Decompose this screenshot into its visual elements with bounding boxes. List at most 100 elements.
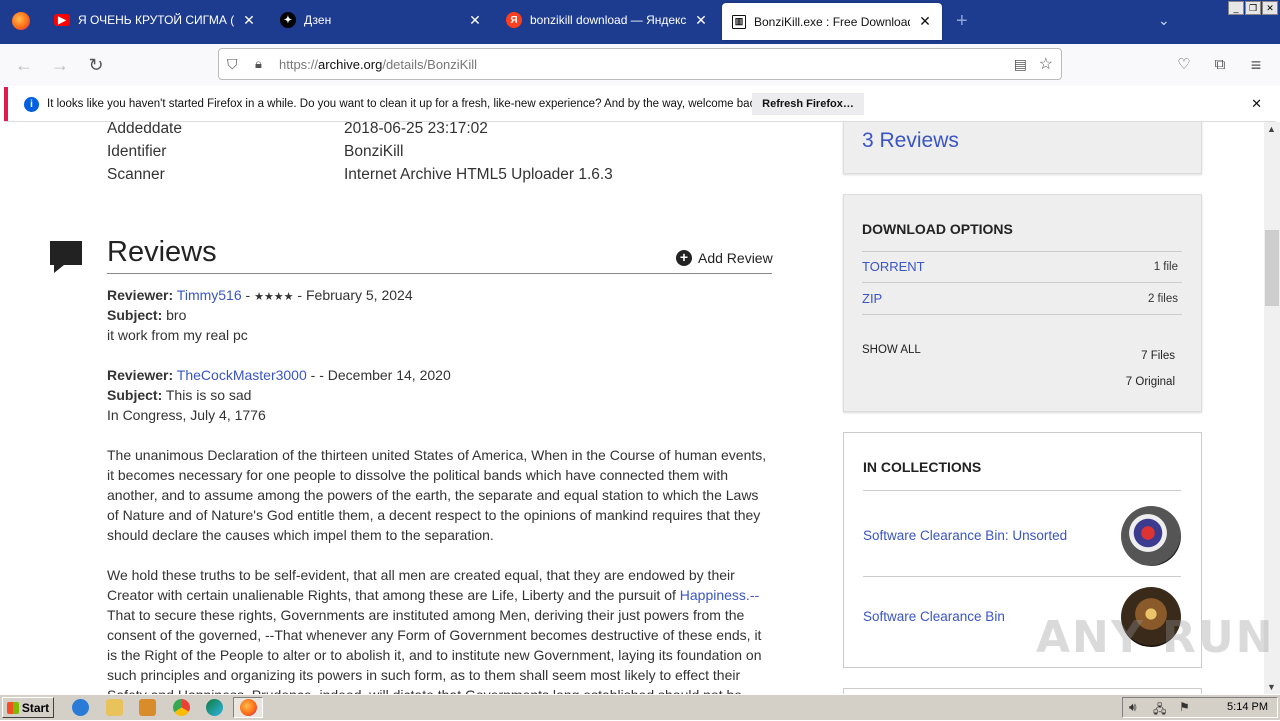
clock[interactable]: 5:14 PM (1227, 701, 1268, 713)
download-link[interactable]: TORRENT (862, 259, 925, 274)
url-text[interactable]: https://archive.org/details/BonziKill (279, 57, 477, 72)
notification-text: It looks like you haven't started Firefo… (47, 98, 765, 110)
subject-label: Subject: (107, 387, 163, 403)
archive-icon: ▥ (732, 14, 746, 29)
show-all-link[interactable]: SHOW ALL (862, 344, 921, 356)
review-header: Reviewer: TheCockMaster3000 - - December… (107, 367, 451, 383)
reviews-heading: Reviews (107, 236, 217, 268)
subject-text: This is so sad (165, 387, 252, 403)
happiness-link[interactable]: Happiness.-- (680, 587, 759, 603)
metadata-label: Scanner (107, 166, 165, 183)
firefox-task-button[interactable] (233, 697, 263, 718)
pocket-icon[interactable]: ♡ (1172, 53, 1196, 77)
paragraph-text: We hold these truths to be self-evident,… (107, 567, 735, 603)
download-row-zip[interactable]: ZIP 2 files (862, 283, 1182, 315)
tab-title: Я ОЧЕНЬ КРУТОЙ СИГМА (PHONK (78, 13, 234, 27)
url-host: archive.org (318, 56, 383, 72)
download-row-torrent[interactable]: TORRENT 1 file (862, 252, 1182, 283)
tab-title: BonziKill.exe : Free Download, Borr (754, 14, 910, 29)
taskbar: Start 🔊︎ 🖧 ⚑ 5:14 PM (0, 694, 1280, 720)
lock-icon[interactable]: 🔒︎ (255, 56, 271, 72)
total-files: 7 Files (1141, 350, 1175, 362)
review-header: Reviewer: Timmy516 - ★★★★ - February 5, … (107, 287, 413, 303)
new-tab-button[interactable]: + (956, 10, 968, 33)
notification-bar: i It looks like you haven't started Fire… (4, 87, 1276, 121)
minimize-icon[interactable]: _ (1228, 1, 1244, 15)
app-menu-icon[interactable]: ≡ (1244, 53, 1268, 77)
vertical-scrollbar[interactable]: ▲ ▼ (1264, 122, 1280, 694)
reviewer-link[interactable]: Timmy516 (177, 287, 242, 303)
subject-text: bro (166, 307, 187, 323)
tab-yandex[interactable]: Я bonzikill download — Яндекс: наш ✕ (496, 0, 718, 40)
flag-icon[interactable]: ⚑ (1179, 700, 1190, 714)
file-count: 2 files (1147, 293, 1178, 305)
reader-view-icon[interactable]: ▤ (1014, 56, 1027, 73)
yandex-icon: Я (506, 12, 522, 28)
tab-list-chevron-icon[interactable]: ⌄ (1158, 12, 1170, 29)
tab-dzen[interactable]: ✦ Дзен ✕ (270, 0, 492, 40)
file-count: 1 file (1153, 261, 1178, 273)
review-paragraph: The unanimous Declaration of the thirtee… (107, 447, 767, 543)
add-review-label: Add Review (698, 250, 773, 266)
youtube-icon: ▶ (54, 14, 70, 26)
review-stars: ★★★★ (254, 291, 294, 303)
edge-icon[interactable] (206, 699, 223, 716)
maximize-icon[interactable]: ❐ (1245, 1, 1261, 15)
close-tab-icon[interactable]: ✕ (694, 12, 708, 29)
firefox-icon (240, 699, 257, 716)
firefox-menu-icon[interactable] (12, 12, 30, 30)
reviews-count-link[interactable]: 3 Reviews (862, 129, 959, 153)
info-icon: i (24, 96, 39, 112)
add-review-button[interactable]: + Add Review (676, 250, 773, 266)
paragraph-text: That to secure these rights, Governments… (107, 607, 762, 694)
reviews-count-card: 3 Reviews (843, 122, 1202, 174)
reviewer-link[interactable]: TheCockMaster3000 (177, 367, 307, 383)
reviewer-label: Reviewer: (107, 367, 174, 383)
scroll-down-arrow-icon[interactable]: ▼ (1267, 682, 1276, 692)
forward-arrow-icon[interactable]: → (48, 53, 72, 77)
window-controls: _ ❐ ✕ (1228, 1, 1278, 15)
original-files: 7 Original (1125, 376, 1175, 388)
close-tab-icon[interactable]: ✕ (468, 12, 482, 29)
divider (863, 576, 1181, 577)
metadata-label: Identifier (107, 143, 167, 160)
subject-label: Subject: (107, 307, 163, 323)
extensions-icon[interactable]: ⧉ (1208, 53, 1232, 77)
network-icon[interactable]: 🖧 (1153, 700, 1166, 721)
url-bar[interactable]: ⛉ 🔒︎ https://archive.org/details/BonziKi… (218, 48, 1062, 80)
close-notification-icon[interactable]: ✕ (1251, 96, 1262, 112)
internet-explorer-icon[interactable] (72, 699, 89, 716)
collection-thumbnail[interactable] (1121, 506, 1181, 566)
close-window-icon[interactable]: ✕ (1262, 1, 1278, 15)
chrome-icon[interactable] (173, 699, 190, 716)
review-paragraph: We hold these truths to be self-evident,… (107, 565, 772, 694)
url-path: /details/BonziKill (382, 56, 477, 72)
bookmark-star-icon[interactable]: ☆ (1039, 54, 1053, 74)
tab-archive-active[interactable]: ▥ BonziKill.exe : Free Download, Borr ✕ (722, 3, 942, 40)
reload-icon[interactable]: ↻ (84, 53, 108, 77)
collection-link[interactable]: Software Clearance Bin (863, 609, 1005, 624)
divider (863, 490, 1181, 491)
metadata-value: BonziKill (344, 143, 404, 160)
review-body-intro: In Congress, July 4, 1776 (107, 407, 266, 423)
tab-youtube[interactable]: ▶ Я ОЧЕНЬ КРУТОЙ СИГМА (PHONK ✕ (44, 0, 266, 40)
tab-title: bonzikill download — Яндекс: наш (530, 13, 686, 27)
download-options-title: DOWNLOAD OPTIONS (862, 221, 1013, 237)
folder-icon[interactable] (106, 699, 123, 716)
speaker-icon[interactable]: 🔊︎ (1129, 700, 1137, 715)
close-tab-icon[interactable]: ✕ (242, 12, 256, 29)
tab-strip: ▶ Я ОЧЕНЬ КРУТОЙ СИГМА (PHONK ✕ ✦ Дзен ✕… (0, 0, 1280, 44)
close-tab-icon[interactable]: ✕ (918, 13, 932, 30)
refresh-firefox-button[interactable]: Refresh Firefox… (752, 93, 864, 115)
review-date: February 5, 2024 (305, 287, 413, 303)
media-player-icon[interactable] (139, 699, 156, 716)
download-link[interactable]: ZIP (862, 291, 882, 306)
scroll-up-arrow-icon[interactable]: ▲ (1267, 124, 1276, 134)
url-prefix: https:// (279, 56, 319, 72)
shield-icon[interactable]: ⛉ (227, 56, 243, 73)
back-arrow-icon[interactable]: ← (12, 53, 36, 77)
start-button[interactable]: Start (2, 697, 54, 718)
scrollbar-thumb[interactable] (1265, 230, 1279, 306)
collections-title: IN COLLECTIONS (863, 459, 982, 475)
collection-link[interactable]: Software Clearance Bin: Unsorted (863, 528, 1067, 543)
